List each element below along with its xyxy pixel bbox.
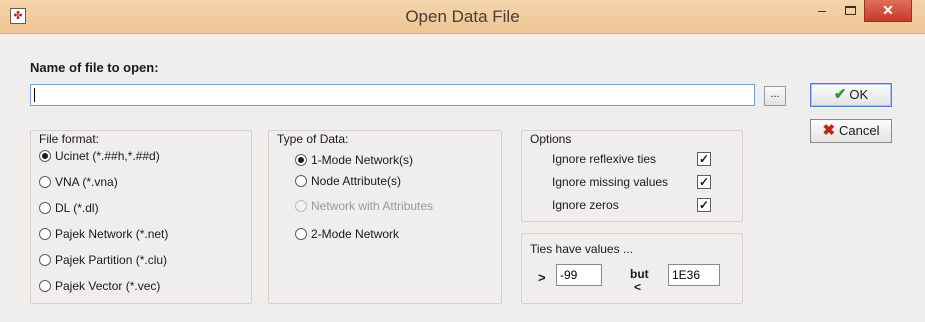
radio-label: 2-Mode Network xyxy=(311,227,400,241)
radio-label: Pajek Partition (*.clu) xyxy=(55,253,168,267)
type-of-data-title: Type of Data: xyxy=(275,132,351,146)
less-than-sign: < xyxy=(634,280,642,294)
radio-2-mode-network[interactable]: 2-Mode Network xyxy=(295,226,399,242)
radio-vna[interactable]: VNA (*.vna) xyxy=(39,174,118,190)
text-caret xyxy=(34,88,35,102)
ignore-reflexive-ties-label: Ignore reflexive ties xyxy=(552,152,657,166)
radio-indicator xyxy=(39,228,51,240)
radio-label: Node Attribute(s) xyxy=(311,174,402,188)
radio-indicator xyxy=(295,154,307,166)
radio-label: 1-Mode Network(s) xyxy=(311,153,414,167)
options-title: Options xyxy=(528,132,574,146)
radio-indicator xyxy=(39,254,51,266)
radio-indicator xyxy=(295,200,307,212)
ignore-zeros-label: Ignore zeros xyxy=(552,198,619,212)
ok-button[interactable]: ✔ OK xyxy=(810,83,892,107)
radio-pajek-vector[interactable]: Pajek Vector (*.vec) xyxy=(39,278,160,294)
file-name-input[interactable] xyxy=(30,84,755,106)
cancel-button-label: Cancel xyxy=(839,123,880,138)
radio-1-mode-network[interactable]: 1-Mode Network(s) xyxy=(295,152,413,168)
radio-pajek-network[interactable]: Pajek Network (*.net) xyxy=(39,226,168,242)
file-format-title: File format: xyxy=(37,132,102,146)
greater-than-sign: > xyxy=(538,270,546,285)
radio-label: Pajek Network (*.net) xyxy=(55,227,169,241)
radio-indicator xyxy=(39,202,51,214)
title-bar: ✤ Open Data File – ✕ xyxy=(0,0,925,34)
radio-indicator xyxy=(39,176,51,188)
ignore-missing-values-checkbox[interactable]: ✓ xyxy=(697,175,711,189)
tie-upper-bound-input[interactable] xyxy=(668,264,720,286)
maximize-button[interactable] xyxy=(836,0,864,22)
radio-dl[interactable]: DL (*.dl) xyxy=(39,200,99,216)
cancel-x-icon: ✖ xyxy=(822,122,836,139)
radio-indicator xyxy=(39,280,51,292)
window-title: Open Data File xyxy=(405,7,520,26)
radio-label: Pajek Vector (*.vec) xyxy=(55,279,161,293)
cancel-button[interactable]: ✖ Cancel xyxy=(810,119,892,143)
radio-label: Network with Attributes xyxy=(311,199,434,213)
ignore-zeros-checkbox[interactable]: ✓ xyxy=(697,198,711,212)
radio-label: Ucinet (*.##h,*.##d) xyxy=(55,149,160,163)
radio-label: DL (*.dl) xyxy=(55,201,99,215)
radio-label: VNA (*.vna) xyxy=(55,175,118,189)
ignore-missing-values-label: Ignore missing values xyxy=(552,175,669,189)
ok-button-label: OK xyxy=(849,87,869,102)
ties-title: Ties have values ... xyxy=(528,242,635,256)
radio-node-attributes[interactable]: Node Attribute(s) xyxy=(295,173,401,189)
radio-indicator xyxy=(295,228,307,240)
radio-indicator xyxy=(295,175,307,187)
radio-indicator xyxy=(39,150,51,162)
close-button[interactable]: ✕ xyxy=(864,0,912,22)
radio-ucinet[interactable]: Ucinet (*.##h,*.##d) xyxy=(39,148,160,164)
ignore-reflexive-ties-checkbox[interactable]: ✓ xyxy=(697,152,711,166)
ties-have-values-group: Ties have values ... > but < xyxy=(521,233,743,304)
browse-button[interactable]: ... xyxy=(764,86,786,106)
file-format-group: File format: Ucinet (*.##h,*.##d) VNA (*… xyxy=(30,130,252,304)
radio-pajek-partition[interactable]: Pajek Partition (*.clu) xyxy=(39,252,167,268)
file-name-label: Name of file to open: xyxy=(30,60,159,75)
minimize-button[interactable]: – xyxy=(808,0,836,22)
checkmark-icon: ✔ xyxy=(833,86,847,103)
radio-network-with-attributes: Network with Attributes xyxy=(295,198,433,214)
maximize-icon xyxy=(844,6,856,15)
but-label: but xyxy=(630,267,649,281)
options-group: Options Ignore reflexive ties ✓ Ignore m… xyxy=(521,130,743,222)
tie-lower-bound-input[interactable] xyxy=(556,264,602,286)
type-of-data-group: Type of Data: 1-Mode Network(s) Node Att… xyxy=(268,130,502,304)
